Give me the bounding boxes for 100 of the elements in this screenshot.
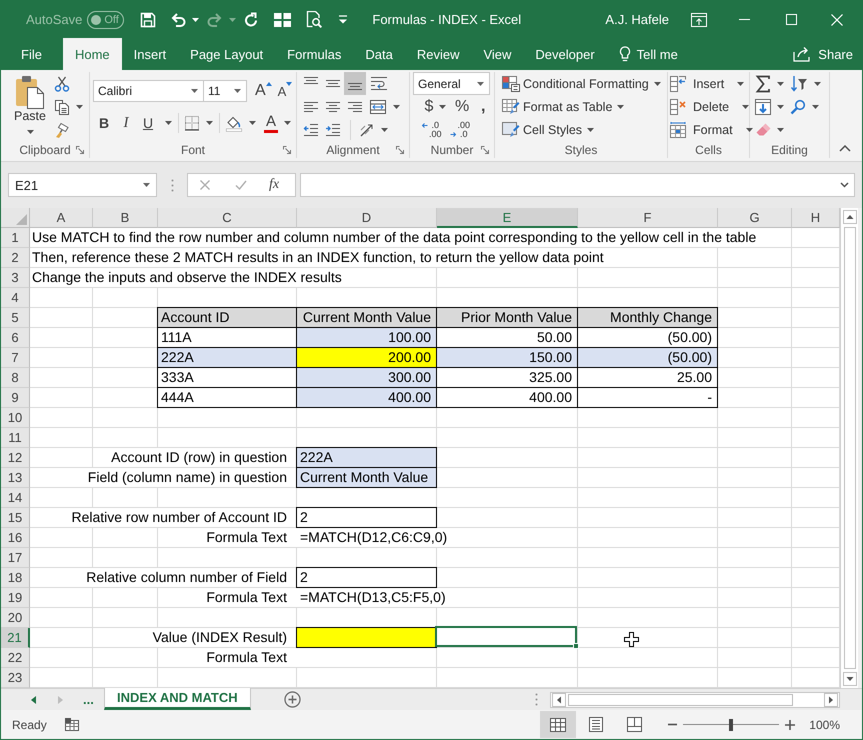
increase-decimal-button[interactable]: .0 .00 [421,120,442,138]
insert-function-button[interactable]: fx [269,177,280,193]
align-left-icon[interactable] [303,100,319,112]
column-header[interactable]: D [297,208,437,228]
caret-icon[interactable] [393,104,400,108]
caret-icon[interactable] [777,104,784,108]
row-header[interactable]: 15 [1,508,30,528]
column-header[interactable]: G [718,208,792,228]
vertical-scrollbar[interactable] [840,208,858,688]
dialog-launcher-icon[interactable] [283,146,291,154]
menu-tab[interactable]: Home [62,38,122,70]
customize-icon[interactable] [339,15,348,24]
currency-button[interactable]: $ [422,98,436,116]
row-header[interactable]: 14 [1,488,30,508]
left-triangle-icon[interactable] [31,696,36,704]
caret-icon[interactable] [812,104,819,108]
row-header[interactable]: 7 [1,348,30,368]
menu-tab[interactable]: Developer [523,38,607,70]
zoom-slider-thumb[interactable] [729,718,734,730]
collapse-ribbon-icon[interactable] [839,145,851,152]
horizontal-scrollbar[interactable] [550,692,840,708]
caret-icon[interactable] [76,104,83,108]
row-header[interactable]: 3 [1,268,30,288]
share-button[interactable]: Share [793,38,853,70]
bold-button[interactable]: B [93,112,115,134]
caret-icon[interactable] [206,121,213,125]
row-header[interactable]: 23 [1,668,30,688]
border-grid-icon[interactable] [184,115,200,131]
row-header[interactable]: 22 [1,648,30,668]
column-header[interactable]: C [158,208,297,228]
menu-tab[interactable]: Data [353,38,405,70]
funnel-icon[interactable] [790,75,808,92]
row-header[interactable]: 1 [1,228,30,248]
menu-tab[interactable]: Review [404,38,472,70]
column-header[interactable]: F [578,208,718,228]
row-header[interactable]: 10 [1,408,30,428]
close-icon[interactable] [831,14,843,26]
column-header[interactable]: A [30,208,93,228]
caret-icon[interactable] [777,128,784,132]
caret-icon[interactable] [381,128,388,132]
format-as-table-button[interactable]: Format as Table [502,95,624,118]
name-box[interactable]: E21 [8,173,157,197]
dialog-launcher-icon[interactable] [396,146,404,154]
row-header[interactable]: 8 [1,368,30,388]
conditional-formatting-button[interactable]: Conditional Formatting [502,72,661,95]
row-header[interactable]: 21 [1,628,30,648]
underline-button[interactable]: U [137,112,159,134]
caret-icon[interactable] [814,82,821,86]
row-header[interactable]: 18 [1,568,30,588]
font-size-dropdown[interactable]: 11 [203,80,247,102]
sheet-tab[interactable]: INDEX AND MATCH [104,688,251,710]
row-header[interactable]: 2 [1,248,30,268]
menu-tab[interactable]: Page Layout [178,38,276,70]
number-format-dropdown[interactable]: General [413,72,490,95]
wrap-text-icon[interactable] [370,76,388,91]
dialog-launcher-icon[interactable] [76,146,84,154]
shrink-font-button[interactable]: A [278,82,292,100]
font-color-button[interactable]: A [264,114,278,132]
column-header[interactable]: E [437,208,578,228]
row-header[interactable]: 19 [1,588,30,608]
menu-tab[interactable]: Insert [122,38,178,70]
font-name-dropdown[interactable]: Calibri [93,80,204,102]
tell-me-button[interactable]: Tell me [618,38,678,70]
row-header[interactable]: 13 [1,468,30,488]
row-header[interactable]: 4 [1,288,30,308]
expand-caret-icon[interactable] [840,182,849,188]
selected-cell[interactable] [435,626,579,649]
menu-tab[interactable]: View [471,38,524,70]
caret-icon[interactable] [192,18,200,22]
formula-input[interactable] [300,173,855,197]
copy-icon[interactable] [54,98,70,114]
row-header[interactable]: 17 [1,548,30,568]
delete-button[interactable]: Delete [670,95,750,118]
row-header[interactable]: 9 [1,388,30,408]
row-header[interactable]: 20 [1,608,30,628]
row-header[interactable]: 6 [1,328,30,348]
search-icon[interactable] [790,98,806,114]
decrease-indent-icon[interactable] [303,122,319,136]
decrease-decimal-button[interactable]: .00 .0 [450,120,470,138]
menu-tab[interactable]: Formulas [275,38,354,70]
menu-tab[interactable]: File [9,38,54,70]
circular-arrow-icon[interactable] [243,12,260,28]
grow-font-button[interactable]: A [255,82,272,100]
column-header[interactable]: B [93,208,158,228]
row-header[interactable]: 5 [1,308,30,328]
minimize-icon[interactable] [739,18,750,21]
normal-view-button[interactable] [540,711,576,738]
scroll-thumb[interactable] [568,694,793,706]
comma-style-button[interactable]: , [476,98,490,116]
caret-icon[interactable] [284,121,292,125]
ribbon-display-icon[interactable] [691,12,707,26]
cell-styles-button[interactable]: Cell Styles [502,118,594,141]
paint-bucket-icon[interactable] [225,114,243,132]
increase-indent-icon[interactable] [325,122,341,136]
print-preview-icon[interactable] [306,11,322,28]
row-header[interactable]: 12 [1,448,30,468]
paste-button[interactable]: Paste [11,72,49,141]
plus-circle-icon[interactable] [284,691,301,708]
align-right-icon[interactable] [347,100,363,112]
vertical-dots-icon[interactable] [171,178,174,192]
